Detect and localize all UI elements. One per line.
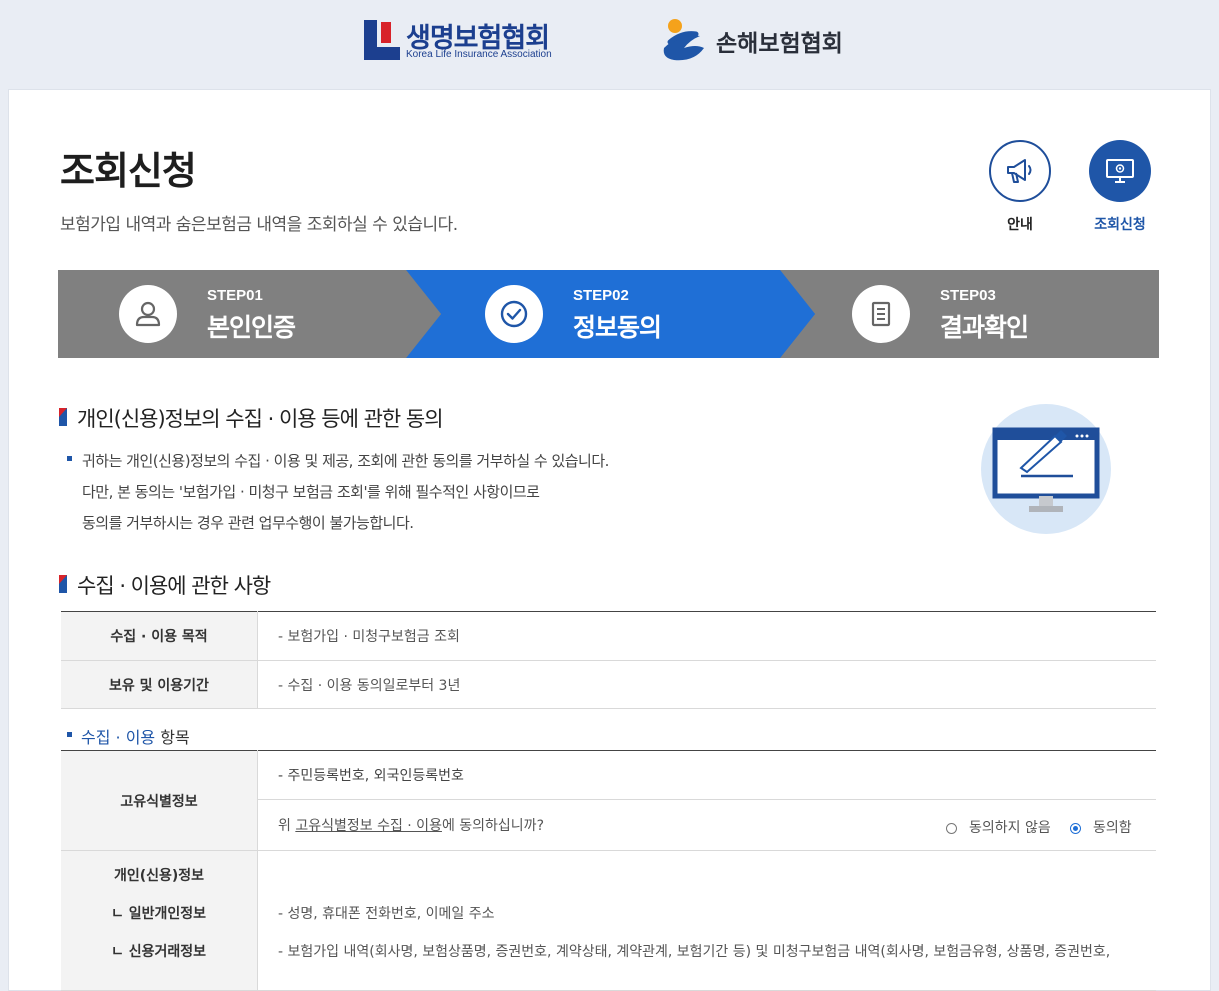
gi-name: 손해보험협회 xyxy=(716,31,843,57)
note-bullet xyxy=(67,456,72,461)
step-2-number: STEP02 xyxy=(573,287,629,304)
table-row: 개인(신용)정보 ㄴ 일반개인정보 ㄴ 신용거래정보 - 성명, 휴대폰 전화번… xyxy=(61,850,1156,991)
agree-radio[interactable] xyxy=(1070,823,1081,834)
retention-label: 보유 및 이용기간 xyxy=(61,660,258,709)
monitor-icon xyxy=(1106,159,1134,183)
personal-info-values: - 성명, 휴대폰 전화번호, 이메일 주소 - 보험가입 내역(회사명, 보험… xyxy=(257,850,1156,991)
credit-info-label: ㄴ 신용거래정보 xyxy=(111,944,207,960)
personal-info-label: 개인(신용)정보 xyxy=(113,868,205,884)
general-info-label: ㄴ 일반개인정보 xyxy=(111,906,207,922)
consent-note-line-1: 귀하는 개인(신용)정보의 수집 · 이용 및 제공, 조회에 관한 동의를 거… xyxy=(82,452,609,470)
step-2: STEP02 정보동의 xyxy=(406,270,780,358)
collection-items-heading-rest: 항목 xyxy=(155,728,190,747)
consent-question-pre: 위 xyxy=(278,818,296,834)
credit-info-value: - 보험가입 내역(회사명, 보험상품명, 증권번호, 계약상태, 계약관계, … xyxy=(278,944,1111,960)
table-row: 고유식별정보 - 주민등록번호, 외국인등록번호 xyxy=(61,750,1156,851)
page-title: 조회신청 xyxy=(60,149,197,193)
step-1-number: STEP01 xyxy=(207,287,263,304)
megaphone-icon xyxy=(1007,159,1032,183)
document-icon xyxy=(852,285,910,343)
general-info-value: - 성명, 휴대폰 전화번호, 이메일 주소 xyxy=(278,906,495,922)
unique-id-value: - 주민등록번호, 외국인등록번호 xyxy=(257,750,1156,800)
consent-section-title: 개인(신용)정보의 수집 · 이용 등에 관한 동의 xyxy=(59,403,444,433)
agree-label[interactable]: 동의함 xyxy=(1093,820,1132,836)
kli-logo-mark-icon xyxy=(364,20,400,60)
collection-table: 수집 · 이용 목적 - 보험가입 · 미청구보험금 조회 보유 및 이용기간 … xyxy=(61,611,1156,709)
purpose-label: 수집 · 이용 목적 xyxy=(61,611,258,661)
collection-section-title-text: 수집 · 이용에 관한 사항 xyxy=(77,574,271,598)
guide-circle xyxy=(989,140,1051,202)
step-3: STEP03 결과확인 xyxy=(780,270,1159,358)
consent-section-title-text: 개인(신용)정보의 수집 · 이용 등에 관한 동의 xyxy=(77,407,444,431)
unique-id-label: 고유식별정보 xyxy=(61,750,258,851)
guide-label: 안내 xyxy=(1007,217,1033,233)
step-1: STEP01 본인인증 xyxy=(58,270,406,358)
consent-question: 위 고유식별정보 수집 · 이용에 동의하십니까? xyxy=(278,818,544,834)
main-panel: 조회신청 보험가입 내역과 숨은보험금 내역을 조회하실 수 있습니다. 안내 … xyxy=(8,89,1211,991)
collection-items-table: 고유식별정보 - 주민등록번호, 외국인등록번호 위 고유식별정보 수집 · 이… xyxy=(61,750,1156,991)
collection-section-title: 수집 · 이용에 관한 사항 xyxy=(59,570,271,600)
collection-items-heading: 수집 · 이용 항목 xyxy=(81,724,190,748)
personal-info-header: 개인(신용)정보 ㄴ 일반개인정보 ㄴ 신용거래정보 xyxy=(61,850,258,991)
step-indicator: STEP01 본인인증 STEP02 정보동의 STEP03 결과확인 xyxy=(58,270,1159,358)
computer-illustration-icon xyxy=(981,404,1111,534)
check-circle-icon xyxy=(485,285,543,343)
unique-id-consent-cell: 위 고유식별정보 수집 · 이용에 동의하십니까? 동의하지 않음 동의함 xyxy=(257,799,1156,851)
table-row: 수집 · 이용 목적 - 보험가입 · 미청구보험금 조회 xyxy=(61,611,1156,661)
step-1-name: 본인인증 xyxy=(207,313,296,342)
kli-english-name: Korea Life Insurance Association xyxy=(406,49,552,60)
purpose-value: - 보험가입 · 미청구보험금 조회 xyxy=(257,611,1156,661)
inquiry-label: 조회신청 xyxy=(1094,217,1146,233)
guide-button[interactable]: 안내 xyxy=(987,140,1053,234)
consent-note-line-2: 다만, 본 동의는 '보험가입 · 미청구 보험금 조회'를 위해 필수적인 사… xyxy=(82,483,540,501)
partner-logo-bar: 생명보험협회 Korea Life Insurance Association … xyxy=(0,0,1219,90)
section-flag-icon xyxy=(59,575,67,593)
disagree-label[interactable]: 동의하지 않음 xyxy=(969,820,1051,836)
collection-items-heading-blue: 수집 · 이용 xyxy=(81,728,156,747)
gi-logo-mark-icon xyxy=(663,19,704,61)
page-subtitle: 보험가입 내역과 숨은보험금 내역을 조회하실 수 있습니다. xyxy=(60,215,458,235)
person-icon xyxy=(119,285,177,343)
consent-question-link[interactable]: 고유식별정보 수집 · 이용 xyxy=(295,818,442,834)
retention-value: - 수집 · 이용 동의일로부터 3년 xyxy=(257,660,1156,709)
consent-note-line-3: 동의를 거부하시는 경우 관련 업무수행이 불가능합니다. xyxy=(82,514,414,532)
agree-radio-option[interactable]: 동의함 xyxy=(1070,817,1132,837)
step-2-name: 정보동의 xyxy=(573,313,662,342)
disagree-radio-option[interactable]: 동의하지 않음 xyxy=(946,817,1051,837)
step-3-number: STEP03 xyxy=(940,287,996,304)
section-flag-icon xyxy=(59,408,67,426)
items-bullet xyxy=(67,732,72,737)
table-row: 보유 및 이용기간 - 수집 · 이용 동의일로부터 3년 xyxy=(61,660,1156,709)
step-3-name: 결과확인 xyxy=(940,313,1029,342)
disagree-radio[interactable] xyxy=(946,823,957,834)
consent-question-post: 에 동의하십니까? xyxy=(441,818,544,834)
inquiry-circle xyxy=(1089,140,1151,202)
inquiry-button[interactable]: 조회신청 xyxy=(1087,140,1153,234)
